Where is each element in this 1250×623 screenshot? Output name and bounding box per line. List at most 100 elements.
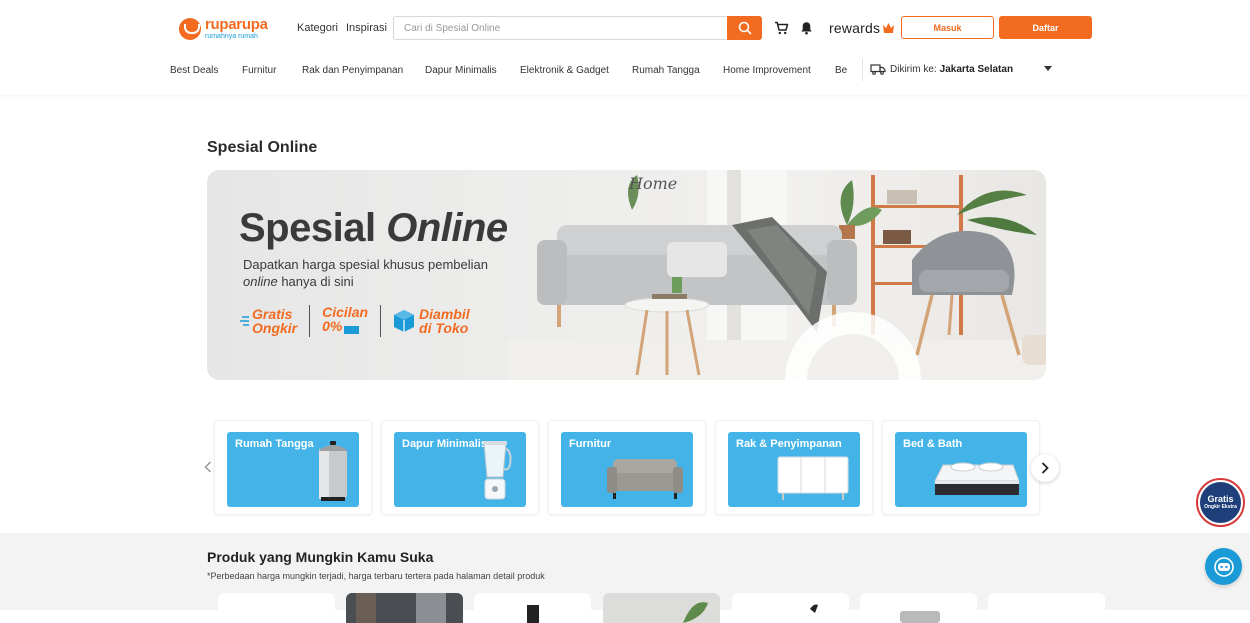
bell-icon	[800, 22, 812, 35]
free-shipping-badge: Gratis Ongkir Ekstra	[1200, 482, 1241, 523]
search-button[interactable]	[727, 16, 762, 40]
category-tile: Dapur Minimalis	[394, 432, 526, 507]
category-card-rak-penyimpanan[interactable]: Rak & Penyimpanan	[715, 420, 873, 515]
banner-subtitle: Dapatkan harga spesial khusus pembelian …	[243, 256, 523, 290]
search-bar	[393, 16, 762, 40]
free-shipping-promo-button[interactable]: Gratis Ongkir Ekstra	[1196, 478, 1245, 527]
product-image	[527, 605, 539, 623]
category-tile: Rumah Tangga	[227, 432, 359, 507]
page-title: Spesial Online	[207, 139, 318, 156]
sofa-icon	[607, 459, 683, 499]
rewards-crown-icon	[883, 23, 895, 33]
banner-title-plain: Spesial	[239, 206, 376, 250]
rewards-label: rewards	[829, 20, 881, 36]
wall-sign-text: Home	[629, 174, 678, 193]
badge-diambil-line1: Diambil	[419, 306, 470, 322]
banner-title: Spesial Online	[239, 206, 508, 251]
notification-button[interactable]	[797, 19, 815, 37]
trash-bin-icon	[318, 441, 348, 501]
category-label: Bed & Bath	[903, 438, 963, 450]
carousel-next-button[interactable]	[1031, 454, 1059, 482]
badge-cicilan-tag	[344, 326, 359, 334]
product-image	[900, 611, 940, 623]
header: ruparupa rumahnya rumah Kategori Inspira…	[0, 0, 1250, 95]
ship-location-value: Jakarta Selatan	[939, 63, 1014, 75]
cart-icon	[774, 21, 788, 35]
product-card[interactable]	[346, 593, 463, 623]
category-label: Rak & Penyimpanan	[736, 438, 842, 450]
cabinet-icon	[777, 456, 849, 500]
box-icon	[394, 310, 415, 332]
product-card[interactable]	[732, 593, 849, 623]
badge-gratis-line2: Ongkir	[252, 320, 298, 336]
banner-title-italic: Online	[386, 206, 508, 250]
category-card-dapur-minimalis[interactable]: Dapur Minimalis	[381, 420, 539, 515]
nav-item-furnitur[interactable]: Furnitur	[242, 65, 276, 76]
shipping-location[interactable]: Dikirim ke: Jakarta Selatan	[870, 63, 1013, 75]
category-nav: Best Deals Furnitur Rak dan Penyimpanan …	[0, 65, 850, 79]
nav-divider	[862, 59, 863, 81]
badge-gratis-ongkir: Gratis Ongkir	[252, 307, 297, 335]
category-tile: Bed & Bath	[895, 432, 1027, 507]
banner-subtitle-line2: hanya di sini	[281, 274, 354, 289]
banner-subtitle-line1: Dapatkan harga spesial khusus pembelian	[243, 257, 488, 272]
products-title: Produk yang Mungkin Kamu Suka	[207, 549, 434, 565]
nav-item-dapur-minimalis[interactable]: Dapur Minimalis	[425, 65, 497, 76]
nav-item-rumah-tangga[interactable]: Rumah Tangga	[632, 65, 700, 76]
logo-tagline: rumahnya rumah	[205, 33, 258, 40]
product-card[interactable]	[218, 593, 335, 623]
banner-badges: Gratis Ongkir Cicilan 0% Diambil di Toko	[240, 305, 470, 337]
category-label: Furnitur	[569, 438, 612, 450]
chat-bot-icon	[1213, 556, 1234, 577]
product-image	[346, 593, 463, 623]
recommended-products-section: Produk yang Mungkin Kamu Suka *Perbedaan…	[0, 533, 1250, 623]
cart-button[interactable]	[772, 19, 790, 37]
nav-item-best-deals[interactable]: Best Deals	[170, 65, 218, 76]
speed-lines-icon	[240, 316, 249, 326]
badge-diambil-di-toko: Diambil di Toko	[419, 307, 470, 335]
nav-item-rak-penyimpanan[interactable]: Rak dan Penyimpanan	[302, 65, 403, 76]
category-card-rumah-tangga[interactable]: Rumah Tangga	[214, 420, 372, 515]
ship-label: Dikirim ke:	[890, 63, 937, 75]
blender-icon	[483, 441, 512, 500]
free-shipping-line2: Ongkir Ekstra	[1204, 504, 1237, 510]
category-carousel: Rumah Tangga Dapur Minimalis Furnitur Ra…	[207, 420, 1046, 517]
chat-button[interactable]	[1205, 548, 1242, 585]
free-shipping-line1: Gratis	[1207, 494, 1234, 504]
product-card[interactable]	[603, 593, 720, 623]
chevron-down-icon[interactable]	[1044, 66, 1052, 71]
ruparupa-logo[interactable]: ruparupa rumahnya rumah	[179, 17, 268, 40]
truck-icon	[870, 64, 886, 75]
badge-cicilan: Cicilan 0%	[322, 305, 368, 337]
category-label: Rumah Tangga	[235, 438, 314, 450]
promo-banner[interactable]: Spesial Online Dapatkan harga spesial kh…	[207, 170, 1046, 380]
product-card[interactable]	[474, 593, 591, 623]
badge-diambil-line2: di Toko	[419, 320, 469, 336]
category-tile: Furnitur	[561, 432, 693, 507]
product-card[interactable]	[860, 593, 977, 623]
badge-gratis-line1: Gratis	[252, 306, 293, 322]
nav-item-home-improvement[interactable]: Home Improvement	[723, 65, 811, 76]
product-card[interactable]	[988, 593, 1105, 623]
inspirasi-link[interactable]: Inspirasi	[346, 22, 387, 34]
register-button[interactable]: Daftar	[999, 16, 1092, 39]
login-button[interactable]: Masuk	[901, 16, 994, 39]
product-image	[603, 593, 720, 623]
mattress-icon	[934, 462, 1020, 495]
category-card-bed-bath[interactable]: Bed & Bath	[882, 420, 1040, 515]
rewards-link[interactable]: rewards	[829, 20, 895, 36]
badge-cicilan-line2: 0%	[322, 318, 343, 334]
category-card-furnitur[interactable]: Furnitur	[548, 420, 706, 515]
product-image	[810, 604, 818, 613]
chevron-right-icon	[1041, 462, 1049, 474]
nav-item-elektronik-gadget[interactable]: Elektronik & Gadget	[520, 65, 609, 76]
badge-divider	[380, 305, 382, 337]
badge-cicilan-line1: Cicilan	[322, 304, 369, 320]
kategori-link[interactable]: Kategori	[297, 22, 338, 34]
nav-item-clipped[interactable]: Be	[835, 65, 847, 76]
banner-subtitle-italic: online	[243, 274, 278, 289]
products-note: *Perbedaan harga mungkin terjadi, harga …	[207, 571, 545, 581]
search-input[interactable]	[394, 17, 724, 39]
category-tile: Rak & Penyimpanan	[728, 432, 860, 507]
search-icon	[738, 21, 751, 35]
